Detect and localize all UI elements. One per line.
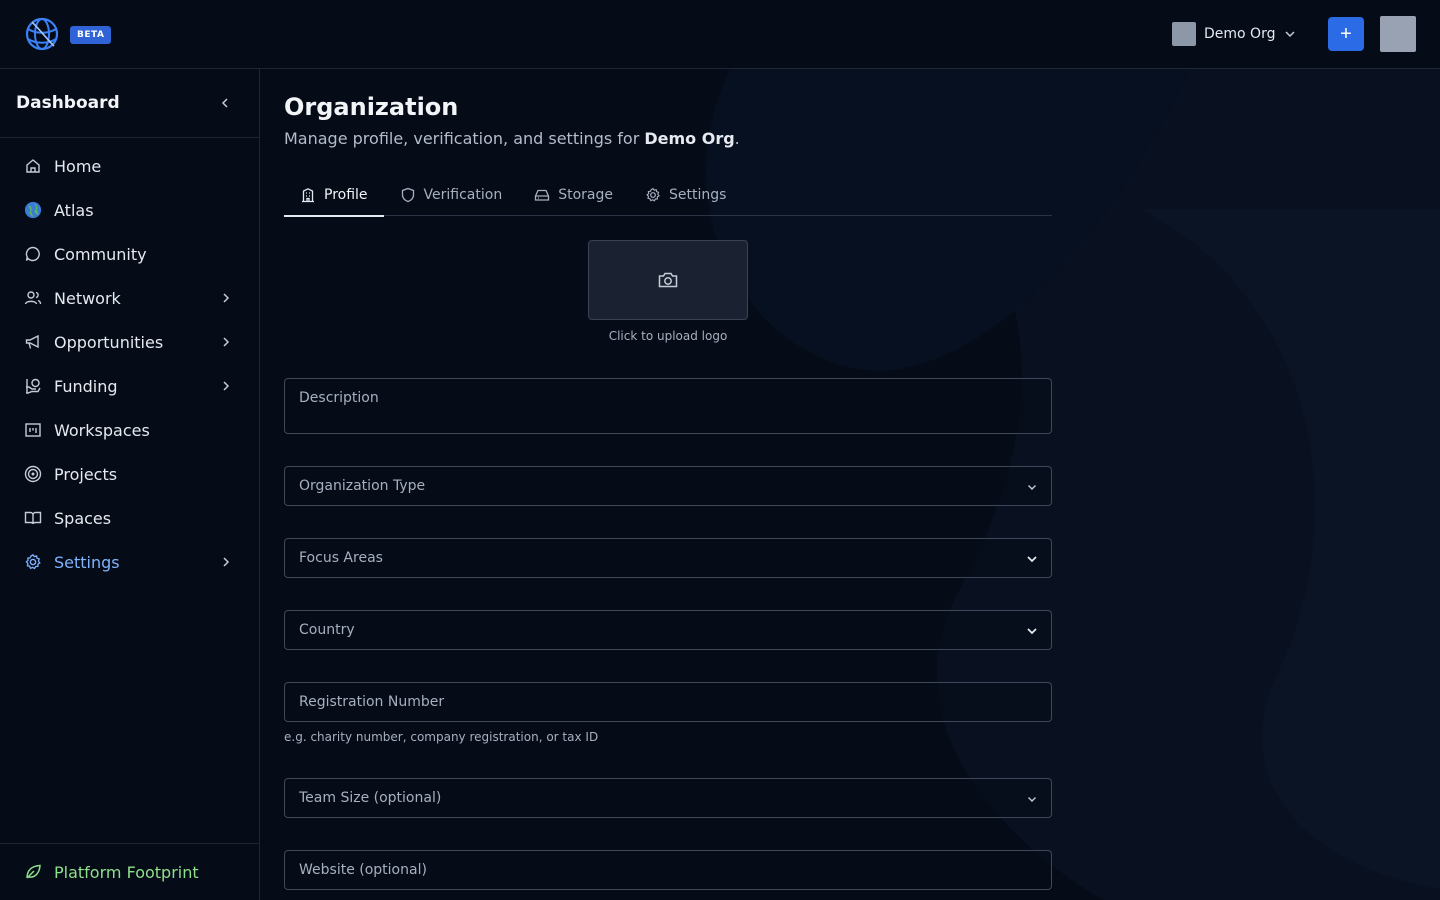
page-subtitle: Manage profile, verification, and settin… — [284, 129, 740, 148]
country-select[interactable]: Country — [284, 610, 1052, 650]
logo-upload-button[interactable] — [588, 240, 748, 320]
add-button[interactable]: + — [1328, 17, 1364, 51]
chevron-down-icon — [1028, 797, 1036, 802]
top-bar: BETA Demo Org + — [0, 0, 1440, 69]
org-switcher-label: Demo Org — [1204, 26, 1276, 42]
description-textarea[interactable]: Description — [284, 378, 1052, 434]
globe-icon — [24, 201, 42, 219]
tab-label: Profile — [324, 186, 368, 203]
website-placeholder: Website (optional) — [299, 862, 427, 878]
organization-type-select[interactable]: Organization Type — [284, 466, 1052, 506]
country-placeholder: Country — [299, 622, 355, 638]
sidebar: Dashboard Home Atlas Community Network O… — [0, 69, 260, 900]
chat-bubble-icon — [24, 245, 42, 263]
sidebar-item-label: Community — [54, 244, 147, 264]
sidebar-item-workspaces[interactable]: Workspaces — [0, 408, 259, 452]
org-avatar — [1172, 22, 1196, 46]
description-placeholder: Description — [299, 390, 379, 406]
user-avatar[interactable] — [1380, 16, 1416, 52]
organization-type-placeholder: Organization Type — [299, 478, 426, 494]
tab-label: Settings — [668, 186, 727, 203]
team-size-placeholder: Team Size (optional) — [299, 790, 442, 806]
megaphone-icon — [24, 333, 42, 351]
focus-areas-placeholder: Focus Areas — [299, 550, 383, 566]
sidebar-item-funding[interactable]: Funding — [0, 364, 259, 408]
sidebar-nav: Home Atlas Community Network Opportuniti… — [0, 144, 259, 584]
chevron-down-icon — [1028, 485, 1036, 490]
sidebar-item-label: Network — [54, 288, 121, 308]
chevron-right-icon — [223, 381, 230, 391]
sidebar-item-label: Workspaces — [54, 420, 150, 440]
tab-label: Storage — [558, 186, 613, 203]
sidebar-item-label: Atlas — [54, 200, 94, 220]
target-icon — [24, 465, 42, 483]
tab-label: Verification — [423, 186, 503, 203]
chevron-down-icon — [1285, 31, 1295, 38]
page-title: Organization — [284, 93, 459, 121]
sidebar-item-label: Settings — [54, 552, 120, 572]
page-subtitle-text: Manage profile, verification, and settin… — [284, 129, 645, 148]
sidebar-item-label: Spaces — [54, 508, 112, 528]
gear-icon — [24, 553, 42, 571]
focus-areas-select[interactable]: Focus Areas — [284, 538, 1052, 578]
chevron-right-icon — [223, 337, 230, 347]
chevron-down-icon — [1027, 628, 1037, 635]
shield-icon — [401, 187, 414, 202]
upload-hint: Click to upload logo — [608, 329, 728, 343]
org-tabs: Profile Verification Storage Settings — [284, 173, 1052, 217]
sidebar-item-label: Opportunities — [54, 332, 164, 352]
leaf-icon — [24, 863, 42, 881]
sidebar-item-label: Home — [54, 156, 102, 176]
sidebar-item-opportunities[interactable]: Opportunities — [0, 320, 259, 364]
chevron-down-icon — [1027, 556, 1037, 563]
sidebar-item-label: Projects — [54, 464, 118, 484]
hard-drive-icon — [535, 189, 550, 201]
registration-number-input[interactable]: Registration Number — [284, 682, 1052, 722]
chevron-right-icon — [223, 557, 230, 567]
sidebar-title: Dashboard — [16, 93, 120, 113]
sidebar-item-home[interactable]: Home — [0, 144, 259, 188]
tab-profile[interactable]: Profile — [284, 173, 384, 217]
tab-settings[interactable]: Settings — [629, 173, 742, 216]
chevron-right-icon — [223, 293, 230, 303]
page-subtitle-org: Demo Org — [644, 129, 735, 148]
sidebar-item-community[interactable]: Community — [0, 232, 259, 276]
platform-footprint-label: Platform Footprint — [54, 862, 199, 882]
beta-badge: BETA — [70, 26, 112, 44]
platform-footprint-link[interactable]: Platform Footprint — [0, 843, 259, 900]
kanban-icon — [24, 421, 42, 439]
camera-icon — [658, 272, 678, 288]
tab-storage[interactable]: Storage — [518, 173, 629, 216]
website-input[interactable]: Website (optional) — [284, 850, 1052, 890]
registration-number-placeholder: Registration Number — [299, 694, 445, 710]
tab-verification[interactable]: Verification — [384, 173, 519, 216]
registration-helper-text: e.g. charity number, company registratio… — [284, 730, 599, 744]
home-icon — [24, 157, 42, 175]
sidebar-item-settings[interactable]: Settings — [0, 540, 259, 584]
gear-icon — [646, 187, 660, 202]
hand-coin-icon — [24, 377, 42, 395]
sidebar-item-atlas[interactable]: Atlas — [0, 188, 259, 232]
sidebar-header: Dashboard — [0, 69, 259, 138]
building-icon — [302, 187, 314, 202]
sidebar-item-spaces[interactable]: Spaces — [0, 496, 259, 540]
globe-logo-icon[interactable] — [24, 16, 60, 52]
page-subtitle-suffix: . — [734, 129, 740, 148]
users-icon — [24, 289, 42, 307]
team-size-select[interactable]: Team Size (optional) — [284, 778, 1052, 818]
book-open-icon — [24, 509, 42, 527]
sidebar-item-projects[interactable]: Projects — [0, 452, 259, 496]
sidebar-item-network[interactable]: Network — [0, 276, 259, 320]
chevron-left-icon[interactable] — [218, 96, 232, 110]
sidebar-item-label: Funding — [54, 376, 118, 396]
org-switcher[interactable]: Demo Org — [1172, 22, 1297, 46]
